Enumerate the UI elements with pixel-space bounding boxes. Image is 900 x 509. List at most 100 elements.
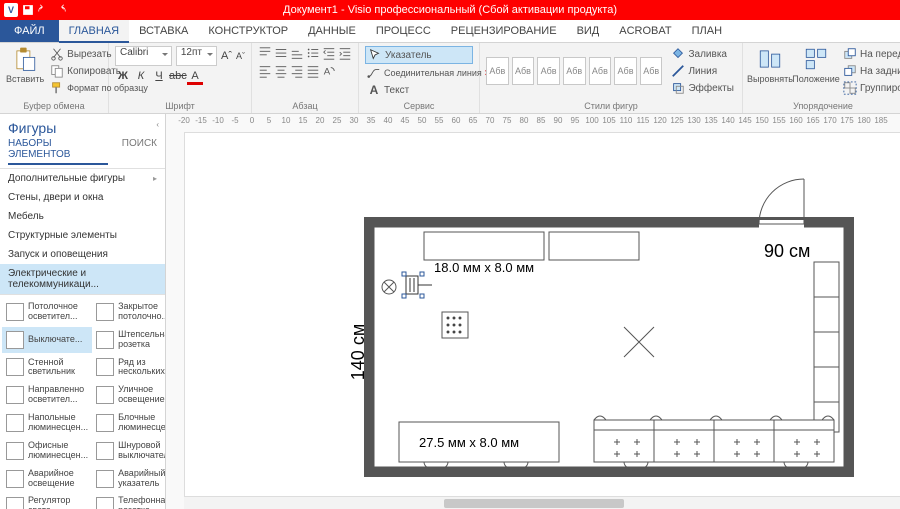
- shape-icon: [96, 386, 114, 404]
- shape-item[interactable]: Стенной светильник: [2, 355, 92, 381]
- italic-button[interactable]: К: [133, 70, 149, 85]
- group-label-clipboard: Буфер обмена: [6, 101, 102, 111]
- shape-icon: [96, 358, 114, 376]
- fill-button[interactable]: Заливка: [669, 46, 735, 62]
- font-name-select[interactable]: Calibri: [115, 46, 172, 66]
- shrink-font-icon[interactable]: Aˇ: [236, 51, 245, 61]
- font-color-button[interactable]: A: [187, 70, 203, 85]
- save-icon[interactable]: [22, 4, 34, 16]
- align-bottom-icon[interactable]: [290, 46, 304, 60]
- shape-icon: [96, 303, 114, 321]
- app-icon: V: [4, 3, 18, 17]
- shape-icon: [6, 442, 24, 460]
- shape-icon: [6, 303, 24, 321]
- shape-icon: [96, 442, 114, 460]
- ribbon: Вставить Вырезать Копировать Формат по о…: [0, 43, 900, 114]
- stencil-category[interactable]: Запуск и оповещения: [0, 245, 165, 264]
- style-5[interactable]: Aбв: [589, 57, 612, 85]
- shapes-title: Фигуры: [0, 114, 165, 138]
- shape-item[interactable]: Ряд из нескольких...: [92, 355, 165, 381]
- strike-button[interactable]: abc: [169, 70, 185, 85]
- align-center-icon[interactable]: [274, 64, 288, 78]
- group-button[interactable]: Группировать: [841, 80, 900, 96]
- titlebar: V Документ1 - Visio профессиональный (Сб…: [0, 0, 900, 20]
- send-back-button[interactable]: На задний план: [841, 63, 900, 79]
- stencil-category[interactable]: Структурные элементы: [0, 226, 165, 245]
- effects-button[interactable]: Эффекты: [669, 80, 735, 96]
- align-left-icon[interactable]: [258, 64, 272, 78]
- indent-dec-icon[interactable]: [322, 46, 336, 60]
- stencil-category[interactable]: Дополнительные фигуры▸: [0, 169, 165, 188]
- shape-item[interactable]: Потолочное осветител...: [2, 299, 92, 325]
- shape-item[interactable]: Напольные люминесцен...: [2, 410, 92, 436]
- style-3[interactable]: Aбв: [537, 57, 560, 85]
- bring-front-button[interactable]: На передний план: [841, 46, 900, 62]
- pane-collapse-icon[interactable]: ‹: [156, 120, 159, 129]
- undo-icon[interactable]: [38, 4, 50, 16]
- tab-data[interactable]: ДАННЫЕ: [298, 20, 366, 42]
- stencil-category[interactable]: Мебель: [0, 207, 165, 226]
- menubar: ФАЙЛ ГЛАВНАЯ ВСТАВКА КОНСТРУКТОР ДАННЫЕ …: [0, 20, 900, 43]
- tab-insert[interactable]: ВСТАВКА: [129, 20, 198, 42]
- shape-item[interactable]: Выключате...: [2, 327, 92, 353]
- height-label: 140 см: [348, 324, 368, 380]
- text-tool[interactable]: AТекст: [365, 82, 473, 98]
- shape-icon: [6, 414, 24, 432]
- shape-item[interactable]: Офисные люминесцен...: [2, 438, 92, 464]
- bullets-icon[interactable]: [306, 46, 320, 60]
- indent-inc-icon[interactable]: [338, 46, 352, 60]
- style-2[interactable]: Aбв: [512, 57, 535, 85]
- redo-icon[interactable]: [54, 4, 66, 16]
- tab-acrobat[interactable]: ACROBAT: [609, 20, 681, 42]
- shape-item[interactable]: Регулятор света: [2, 493, 92, 509]
- dim-label-2: 27.5 мм x 8.0 мм: [419, 435, 519, 450]
- bold-button[interactable]: Ж: [115, 70, 131, 85]
- shape-icon: [96, 497, 114, 509]
- align-button[interactable]: Выровнять: [749, 46, 791, 84]
- font-size-select[interactable]: 12пт: [176, 46, 217, 66]
- style-4[interactable]: Aбв: [563, 57, 586, 85]
- shape-item[interactable]: Закрытое потолочно...: [92, 299, 165, 325]
- shapes-tab-stencils[interactable]: НАБОРЫ ЭЛЕМЕНТОВ: [8, 138, 108, 165]
- tab-home[interactable]: ГЛАВНАЯ: [59, 20, 129, 43]
- shape-item[interactable]: Блочные люминесцен...: [92, 410, 165, 436]
- scrollbar-horizontal[interactable]: [184, 496, 900, 509]
- tab-review[interactable]: РЕЦЕНЗИРОВАНИЕ: [441, 20, 567, 42]
- stencil-category[interactable]: Стены, двери и окна: [0, 188, 165, 207]
- shape-item[interactable]: Телефонная розетка: [92, 493, 165, 509]
- pointer-tool[interactable]: Указатель: [365, 46, 473, 64]
- rotate-text-icon[interactable]: A: [322, 64, 336, 78]
- group-label-styles: Стили фигур: [486, 101, 736, 111]
- tab-process[interactable]: ПРОЦЕСС: [366, 20, 441, 42]
- underline-button[interactable]: Ч: [151, 70, 167, 85]
- line-button[interactable]: Линия: [669, 63, 735, 79]
- shape-item[interactable]: Аварийное освещение: [2, 466, 92, 492]
- drawing-canvas[interactable]: 18.0 мм x 8.0 мм 140 см 90 см: [184, 132, 900, 497]
- grow-font-icon[interactable]: Aˆ: [221, 50, 232, 62]
- shape-item[interactable]: Направленно осветител...: [2, 382, 92, 408]
- shape-item[interactable]: Уличное освещение: [92, 382, 165, 408]
- align-right-icon[interactable]: [290, 64, 304, 78]
- style-7[interactable]: Aбв: [640, 57, 663, 85]
- position-button[interactable]: Положение: [795, 46, 837, 84]
- shape-item[interactable]: Шнуровой выключатель: [92, 438, 165, 464]
- style-1[interactable]: Aбв: [486, 57, 509, 85]
- shape-icon: [96, 331, 114, 349]
- tab-plan[interactable]: ПЛАН: [682, 20, 732, 42]
- justify-icon[interactable]: [306, 64, 320, 78]
- shape-icon: [96, 470, 114, 488]
- tab-design[interactable]: КОНСТРУКТОР: [198, 20, 298, 42]
- shapes-pane: ‹ Фигуры НАБОРЫ ЭЛЕМЕНТОВ ПОИСК Дополнит…: [0, 114, 166, 509]
- stencil-category[interactable]: Электрические и телекоммуникаци...: [0, 264, 165, 294]
- paste-button[interactable]: Вставить: [6, 46, 44, 84]
- shape-icon: [6, 358, 24, 376]
- tab-view[interactable]: ВИД: [567, 20, 610, 42]
- shapes-tab-search[interactable]: ПОИСК: [122, 138, 157, 164]
- shape-item[interactable]: Штепсельная розетка: [92, 327, 165, 353]
- shape-item[interactable]: Аварийный указатель: [92, 466, 165, 492]
- tab-file[interactable]: ФАЙЛ: [0, 20, 59, 42]
- align-top-icon[interactable]: [258, 46, 272, 60]
- align-middle-icon[interactable]: [274, 46, 288, 60]
- style-6[interactable]: Aбв: [614, 57, 637, 85]
- connector-tool[interactable]: Соединительная линия ×: [365, 65, 473, 81]
